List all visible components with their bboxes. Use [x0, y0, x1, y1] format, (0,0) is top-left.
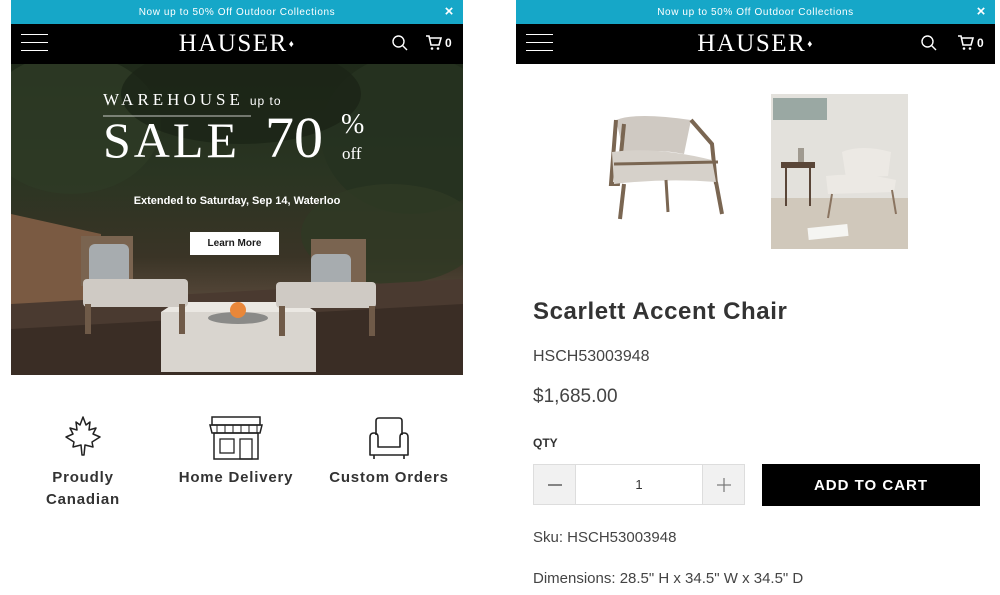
promo-banner[interactable]: Now up to 50% Off Outdoor Collections ×	[516, 0, 995, 24]
cart-button[interactable]: 0	[957, 34, 984, 51]
plus-icon	[716, 477, 731, 492]
feature-list: Proudly Canadian Home Delivery Custom Ord…	[11, 375, 463, 550]
product-price: $1,685.00	[533, 386, 618, 407]
home-screen: Now up to 50% Off Outdoor Collections × …	[11, 0, 463, 595]
feature-label: Home Delivery	[178, 469, 294, 486]
top-nav: HAUSER♦ 0	[516, 24, 995, 64]
add-to-cart-button[interactable]: ADD TO CART	[762, 464, 980, 506]
hero-subtitle: Extended to Saturday, Sep 14, Waterloo	[133, 195, 341, 207]
logo-text: HAUSER	[178, 30, 288, 57]
close-icon[interactable]: ×	[977, 2, 986, 22]
quantity-stepper: 1	[533, 464, 745, 505]
product-images	[608, 94, 908, 249]
cart-button[interactable]: 0	[425, 34, 452, 51]
feature-home-delivery[interactable]: Home Delivery	[171, 415, 301, 489]
promo-text: Now up to 50% Off Outdoor Collections	[138, 6, 336, 18]
top-nav: HAUSER♦ 0	[11, 24, 463, 64]
close-icon[interactable]: ×	[445, 2, 454, 22]
product-dimensions: Dimensions: 28.5" H x 34.5" W x 34.5" D	[533, 570, 804, 587]
product-title: Scarlett Accent Chair	[533, 298, 788, 325]
learn-more-button[interactable]: Learn More	[190, 232, 279, 255]
product-code: HSCH53003948	[533, 348, 650, 365]
logo-text: HAUSER	[697, 30, 807, 57]
logo-leaf-icon: ♦	[288, 39, 296, 50]
hero-off: off	[342, 144, 362, 163]
cart-count: 0	[445, 35, 452, 50]
hero-percent: 70	[265, 105, 323, 170]
hero-heading-sale: SALE	[103, 112, 240, 168]
storefront-icon	[209, 416, 263, 460]
maple-leaf-icon	[65, 416, 101, 456]
feature-label: Custom Orders	[329, 469, 449, 486]
hero-heading-warehouse: WAREHOUSE up to	[103, 90, 282, 109]
cart-icon	[426, 35, 442, 50]
armchair-icon	[369, 417, 409, 459]
feature-custom-orders[interactable]: Custom Orders	[324, 415, 454, 489]
hero-percent-sign: %	[341, 109, 365, 140]
cart-count: 0	[977, 35, 984, 50]
product-image-main[interactable]	[608, 116, 724, 220]
feature-label: Proudly Canadian	[46, 469, 120, 508]
cart-icon	[958, 35, 974, 50]
product-sku: Sku: HSCH53003948	[533, 529, 677, 546]
product-screen: Now up to 50% Off Outdoor Collections × …	[516, 0, 995, 595]
product-gallery	[516, 94, 995, 254]
hero-banner[interactable]: WAREHOUSE up to SALE 70 % off Extended to…	[11, 64, 463, 375]
promo-text: Now up to 50% Off Outdoor Collections	[657, 6, 854, 18]
logo-leaf-icon: ♦	[807, 39, 814, 50]
product-image-lifestyle[interactable]	[771, 94, 908, 249]
feature-proudly-canadian[interactable]: Proudly Canadian	[18, 415, 148, 511]
search-icon[interactable]	[920, 34, 938, 52]
search-icon[interactable]	[391, 34, 409, 52]
increase-quantity-button[interactable]	[702, 465, 744, 504]
minus-icon	[547, 483, 562, 486]
promo-banner[interactable]: Now up to 50% Off Outdoor Collections ×	[11, 0, 463, 24]
decrease-quantity-button[interactable]	[534, 465, 576, 504]
quantity-input[interactable]: 1	[576, 465, 702, 504]
qty-label: QTY	[533, 436, 558, 450]
